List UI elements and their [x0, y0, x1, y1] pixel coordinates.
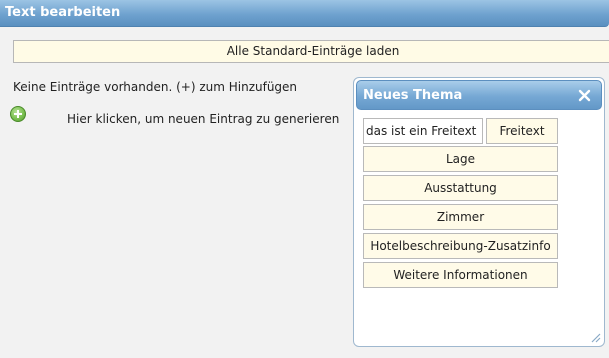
panel-header: Neues Thema — [356, 80, 602, 110]
option-lage-button[interactable]: Lage — [363, 146, 558, 172]
resize-handle-icon[interactable] — [589, 331, 601, 343]
plus-circle-icon[interactable] — [10, 106, 26, 122]
option-zimmer-button[interactable]: Zimmer — [363, 204, 558, 230]
panel-title: Neues Thema — [363, 88, 463, 103]
option-hotelbeschreibung-button[interactable]: Hotelbeschreibung-Zusatzinfo — [363, 233, 558, 259]
window-title-bar: Text bearbeiten — [0, 0, 609, 27]
freetext-button[interactable]: Freitext — [486, 118, 558, 144]
option-weitere-informationen-button[interactable]: Weitere Informationen — [363, 262, 558, 288]
close-icon[interactable] — [578, 89, 591, 102]
option-ausstattung-button[interactable]: Ausstattung — [363, 175, 558, 201]
load-default-entries-button[interactable]: Alle Standard-Einträge laden — [13, 40, 609, 63]
freetext-input[interactable] — [363, 118, 483, 144]
new-topic-panel: Neues Thema Freitext Lage Ausstattung Zi… — [353, 77, 605, 347]
empty-list-message: Keine Einträge vorhanden. (+) zum Hinzuf… — [13, 80, 298, 94]
add-entry-link[interactable]: Hier klicken, um neuen Eintrag zu generi… — [67, 112, 339, 126]
window-title: Text bearbeiten — [5, 5, 121, 20]
